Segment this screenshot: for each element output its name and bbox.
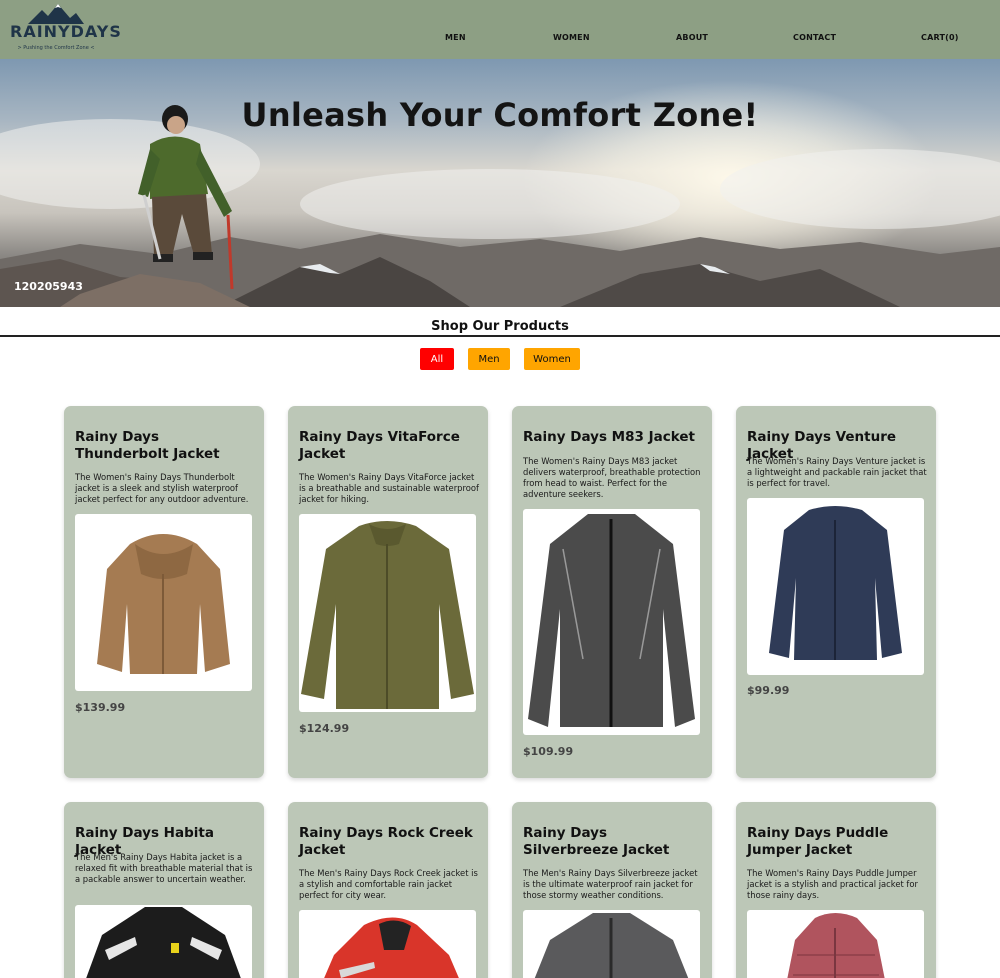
puffer-jacket-rose-icon xyxy=(787,913,885,978)
filter-women-button[interactable]: Women xyxy=(524,348,580,370)
product-title[interactable]: Rainy Days Silverbreeze Jacket xyxy=(523,825,705,859)
product-title[interactable]: Rainy Days Thunderbolt Jacket xyxy=(75,429,257,463)
nav-contact[interactable]: CONTACT xyxy=(793,33,836,42)
product-description: The Men's Rainy Days Rock Creek jacket i… xyxy=(299,868,478,900)
product-image[interactable] xyxy=(75,514,252,691)
mountain-logo-icon xyxy=(28,4,84,24)
shop-section-title: Shop Our Products xyxy=(431,319,569,334)
product-image[interactable] xyxy=(523,910,700,978)
hero-banner: Unleash Your Comfort Zone! 120205943 xyxy=(0,59,1000,307)
product-description: The Women's Rainy Days M83 jacket delive… xyxy=(523,456,701,499)
product-description: The Men's Rainy Days Silverbreeze jacket… xyxy=(523,868,698,900)
logo-tagline: > Pushing the Comfort Zone < xyxy=(17,45,95,51)
product-image[interactable] xyxy=(299,514,476,712)
fleece-jacket-navy-icon xyxy=(769,506,902,660)
product-card-rock-creek[interactable]: Rainy Days Rock Creek Jacket The Men's R… xyxy=(288,802,488,978)
product-description: The Women's Rainy Days VitaForce jacket … xyxy=(299,472,479,504)
product-price: $139.99 xyxy=(75,701,126,714)
product-card-venture[interactable]: Rainy Days Venture Jacket The Women's Ra… xyxy=(736,406,936,778)
fleece-jacket-olive-icon xyxy=(301,521,474,709)
product-image[interactable] xyxy=(747,910,924,978)
nav-men[interactable]: MEN xyxy=(445,33,466,42)
product-title[interactable]: Rainy Days M83 Jacket xyxy=(523,429,705,446)
product-description: The Women's Rainy Days Puddle Jumper jac… xyxy=(747,868,918,900)
section-divider xyxy=(0,335,1000,337)
product-price: $124.99 xyxy=(299,722,350,735)
site-header: RAINYDAYS > Pushing the Comfort Zone < M… xyxy=(0,0,1000,59)
product-image[interactable] xyxy=(75,905,252,978)
product-card-m83[interactable]: Rainy Days M83 Jacket The Women's Rainy … xyxy=(512,406,712,778)
product-title[interactable]: Rainy Days Rock Creek Jacket xyxy=(299,825,481,859)
ski-jacket-black-icon xyxy=(86,907,241,978)
hero-title: Unleash Your Comfort Zone! xyxy=(241,96,759,134)
hero-image-id: 120205943 xyxy=(14,280,83,293)
product-description: The Women's Rainy Days Venture jacket is… xyxy=(747,456,927,488)
rain-jacket-charcoal-icon xyxy=(534,913,689,978)
logo-text: RAINYDAYS xyxy=(10,22,122,41)
nav-about[interactable]: ABOUT xyxy=(676,33,708,42)
product-card-vitaforce[interactable]: Rainy Days VitaForce Jacket The Women's … xyxy=(288,406,488,778)
product-title[interactable]: Rainy Days Puddle Jumper Jacket xyxy=(747,825,929,859)
site-logo[interactable]: RAINYDAYS > Pushing the Comfort Zone < xyxy=(10,4,122,56)
filter-all-button[interactable]: All xyxy=(420,348,454,370)
product-card-thunderbolt[interactable]: Rainy Days Thunderbolt Jacket The Women'… xyxy=(64,406,264,778)
nav-cart[interactable]: CART(0) xyxy=(921,33,959,42)
rain-jacket-grey-icon xyxy=(528,514,695,727)
product-image[interactable] xyxy=(747,498,924,675)
product-description: The Men's Rainy Days Habita jacket is a … xyxy=(75,852,253,884)
product-card-puddle-jumper[interactable]: Rainy Days Puddle Jumper Jacket The Wome… xyxy=(736,802,936,978)
product-price: $99.99 xyxy=(747,684,790,697)
fleece-jacket-brown-icon xyxy=(97,534,230,674)
rain-jacket-red-icon xyxy=(324,917,459,978)
product-card-habita[interactable]: Rainy Days Habita Jacket The Men's Rainy… xyxy=(64,802,264,978)
product-title[interactable]: Rainy Days VitaForce Jacket xyxy=(299,429,481,463)
filter-men-button[interactable]: Men xyxy=(468,348,510,370)
product-description: The Women's Rainy Days Thunderbolt jacke… xyxy=(75,472,249,504)
nav-women[interactable]: WOMEN xyxy=(553,33,590,42)
product-price: $109.99 xyxy=(523,745,574,758)
product-image[interactable] xyxy=(523,509,700,735)
product-image[interactable] xyxy=(299,910,476,978)
product-card-silverbreeze[interactable]: Rainy Days Silverbreeze Jacket The Men's… xyxy=(512,802,712,978)
